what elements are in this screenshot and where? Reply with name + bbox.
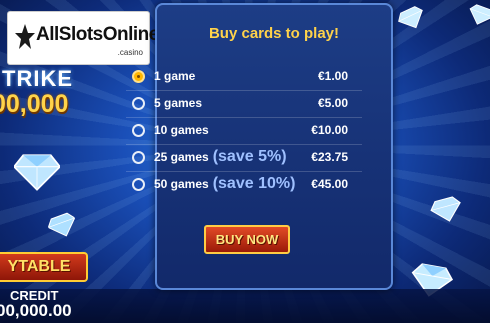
credit-value: 00,000.00 [0,301,72,320]
option-row[interactable]: 1 game €1.00 [132,64,348,88]
buy-now-button[interactable]: BUY NOW [204,225,290,254]
logo-text: AllSlotsOnline [36,24,159,45]
option-row[interactable]: 10 games €10.00 [132,118,348,142]
diamond-icon [14,146,60,192]
bottom-bar [0,289,490,323]
diamond-icon [427,189,466,226]
option-row[interactable]: 50 games (save 10%) €45.00 [132,172,348,196]
star-icon [15,24,35,49]
radio-button[interactable] [132,177,145,191]
option-save: (save 10%) [212,175,296,192]
jackpot-value: 00,000 [0,90,69,118]
option-label: 50 games [154,177,209,191]
option-price: €45.00 [311,177,348,191]
option-price: €23.75 [311,150,348,164]
diamond-icon [392,0,430,35]
option-label: 10 games [154,123,209,137]
option-label: 25 games [154,150,209,164]
logo-subtext: .casino [117,48,143,57]
option-row[interactable]: 5 games €5.00 [132,91,348,115]
option-label: 5 games [154,96,203,110]
option-price: €1.00 [317,69,348,83]
option-row[interactable]: 25 games (save 5%) €23.75 [132,145,348,169]
paytable-button[interactable]: YTABLE [0,252,88,282]
option-save: (save 5%) [212,148,287,165]
radio-button-selected[interactable] [132,69,145,83]
option-price: €10.00 [311,123,348,137]
diamond-icon [44,206,80,242]
option-label: 1 game [154,69,196,83]
radio-button[interactable] [132,123,145,137]
game-title: TRIKE [2,66,73,91]
dialog-title: Buy cards to play! [208,25,340,42]
option-price: €5.00 [317,96,348,110]
radio-button[interactable] [132,150,145,164]
radio-button[interactable] [132,96,145,110]
site-logo: AllSlotsOnline .casino [8,12,159,64]
diamond-icon [465,0,490,30]
